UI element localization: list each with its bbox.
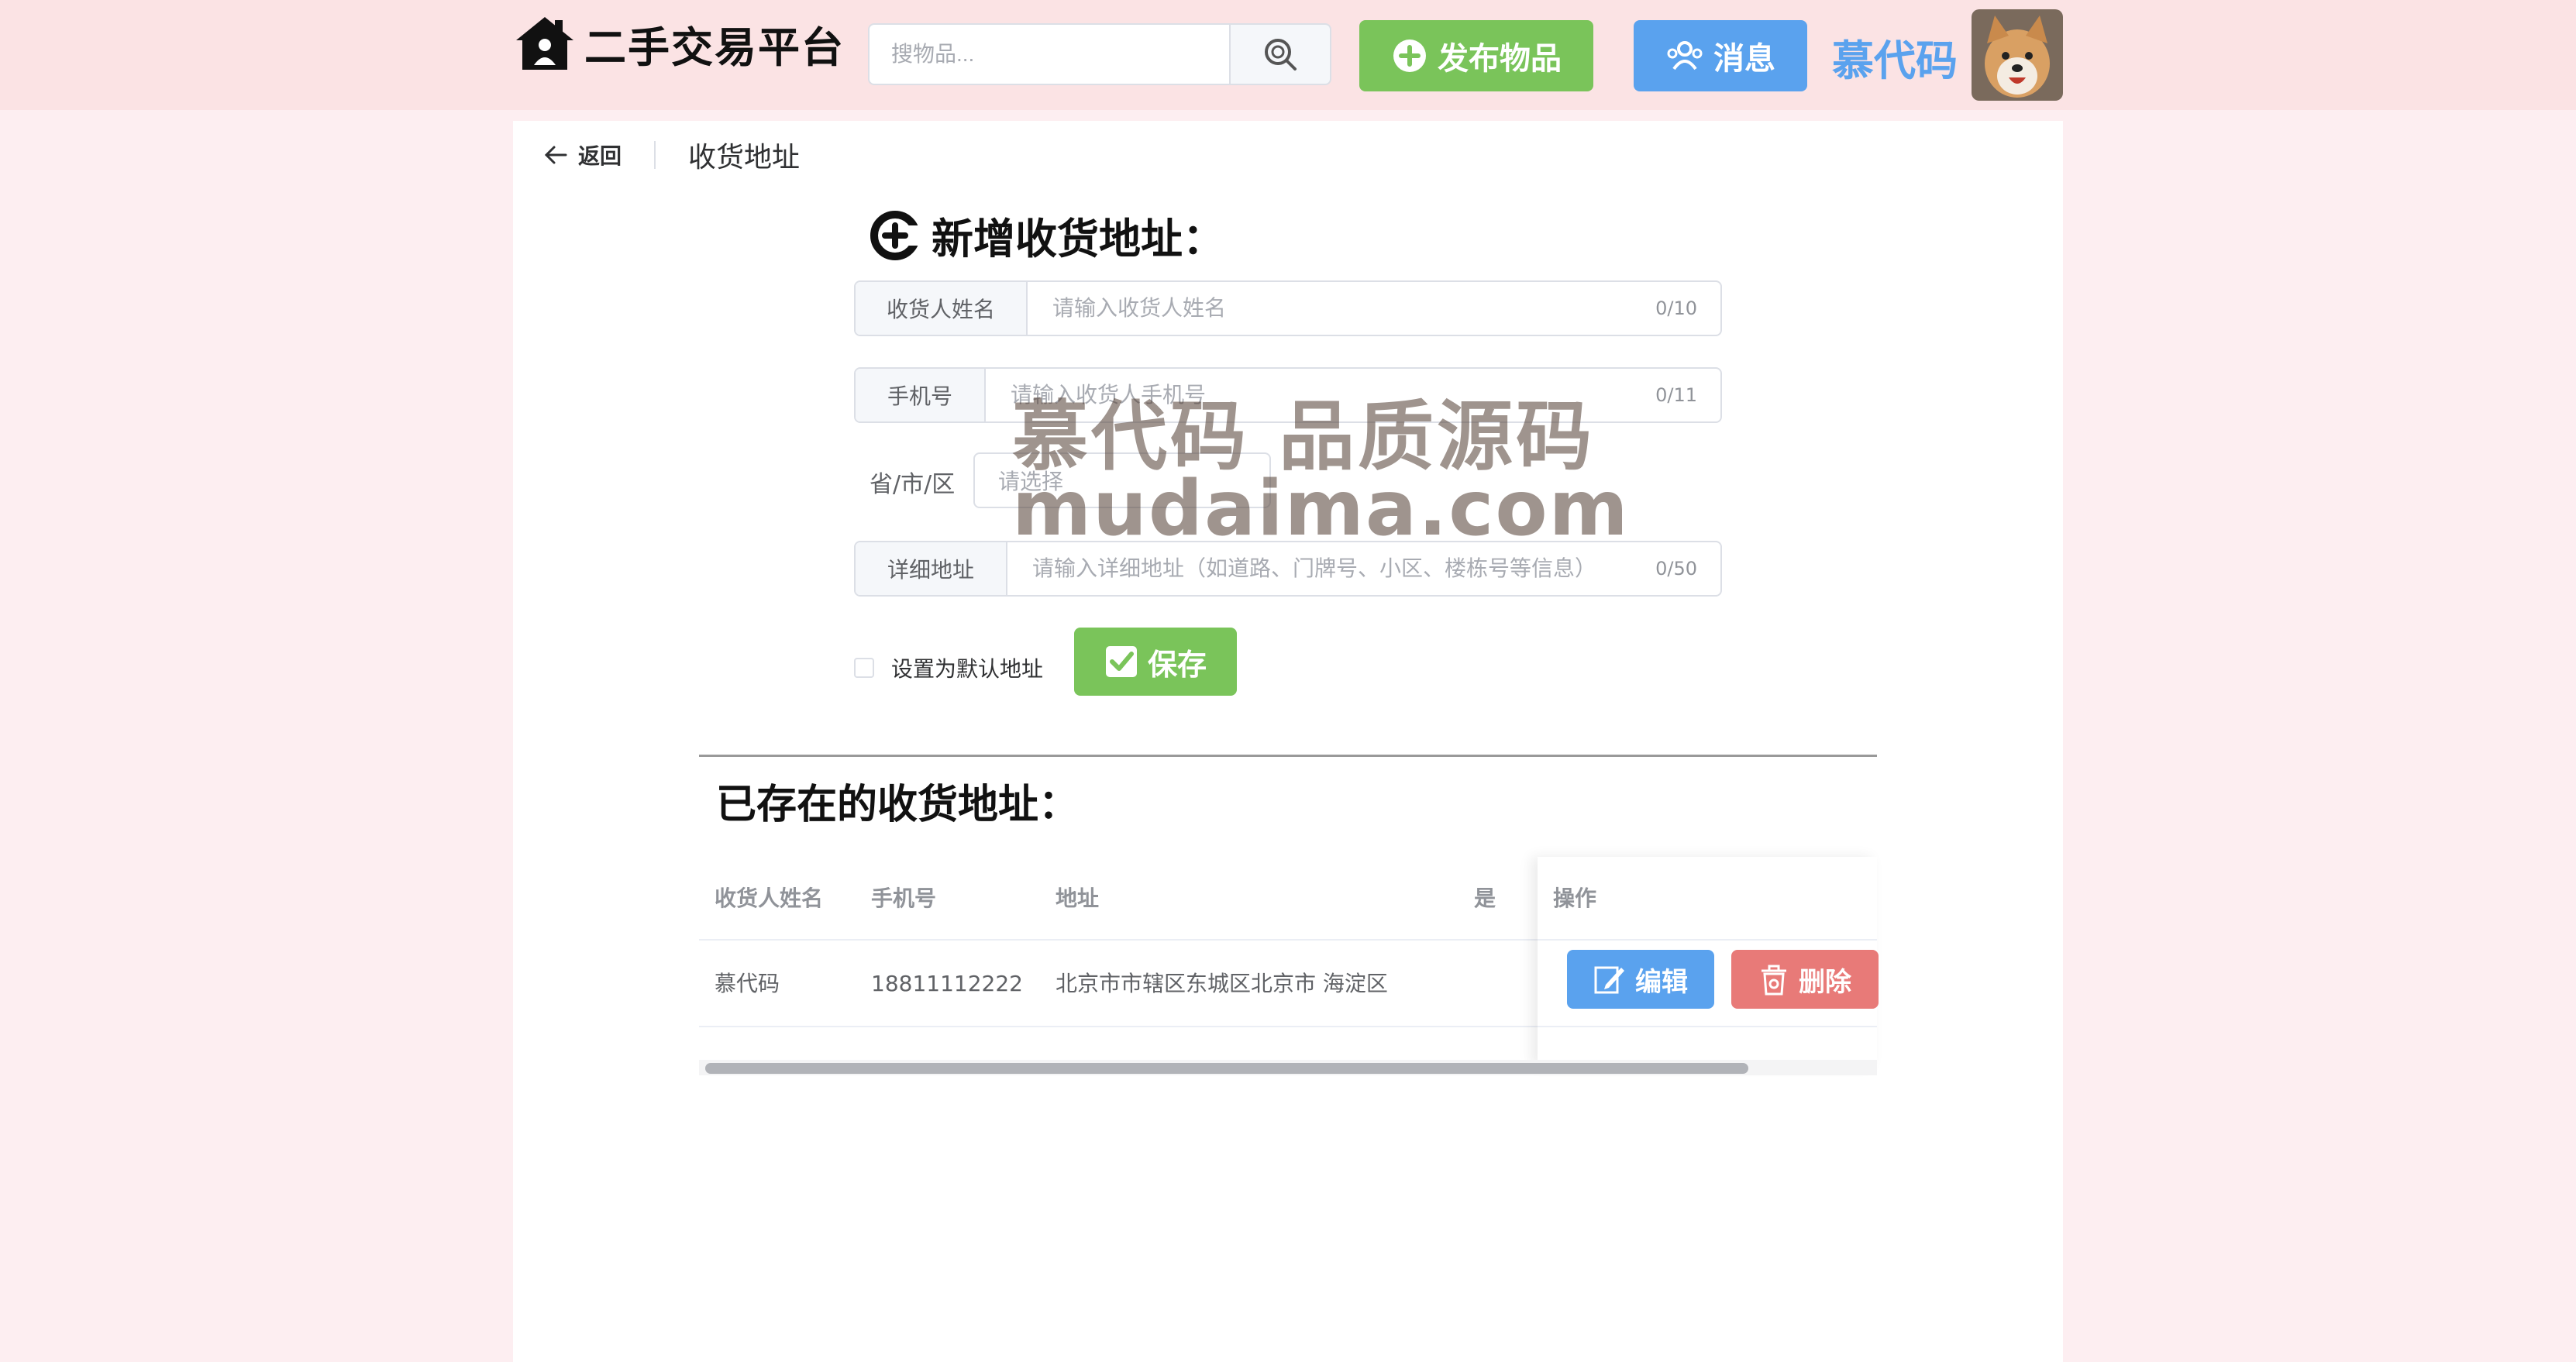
top-navbar: 二手交易平台 发布物品 消息 慕代码 xyxy=(0,0,2576,110)
avatar[interactable] xyxy=(1972,9,2063,101)
search-input[interactable] xyxy=(868,23,1229,85)
delete-button[interactable]: 删除 xyxy=(1731,950,1879,1009)
column-header-address: 地址 xyxy=(1056,886,1100,911)
messages-button[interactable]: 消息 xyxy=(1634,20,1807,91)
detail-address-counter: 0/50 xyxy=(1655,558,1697,580)
publish-item-label: 发布物品 xyxy=(1438,41,1562,77)
save-label: 保存 xyxy=(1147,647,1207,682)
back-label: 返回 xyxy=(578,143,622,169)
column-header-name: 收货人姓名 xyxy=(715,886,824,911)
address-list-title: 已存在的收货地址： xyxy=(716,782,1080,828)
search-bar xyxy=(868,23,1331,85)
edit-button[interactable]: 编辑 xyxy=(1567,950,1714,1009)
actions-header-divider xyxy=(1538,939,1877,941)
receiver-name-group: 收货人姓名 0/10 xyxy=(854,280,1722,336)
receiver-name-field-wrap: 0/10 xyxy=(1028,282,1720,335)
plus-circle-icon xyxy=(1393,40,1426,72)
edit-icon xyxy=(1594,966,1624,994)
users-icon xyxy=(1667,41,1703,71)
receiver-name-counter: 0/10 xyxy=(1655,298,1697,319)
region-label: 省/市/区 xyxy=(870,471,956,498)
publish-item-button[interactable]: 发布物品 xyxy=(1359,20,1593,91)
scrollbar-thumb[interactable] xyxy=(705,1063,1748,1074)
cell-name: 慕代码 xyxy=(715,971,780,996)
default-address-label[interactable]: 设置为默认地址 xyxy=(891,652,1043,683)
receiver-name-label: 收货人姓名 xyxy=(856,282,1028,335)
receiver-name-input[interactable] xyxy=(1051,295,1648,322)
messages-label: 消息 xyxy=(1713,41,1775,77)
edit-label: 编辑 xyxy=(1635,966,1688,998)
section-divider xyxy=(699,755,1877,757)
column-header-default: 是 xyxy=(1474,886,1496,911)
arrow-left-icon xyxy=(544,146,567,164)
save-button[interactable]: 保存 xyxy=(1074,628,1237,696)
app-title: 二手交易平台 xyxy=(584,22,845,72)
column-header-phone: 手机号 xyxy=(871,886,937,911)
cell-phone: 18811112222 xyxy=(871,971,1023,996)
check-square-icon xyxy=(1105,646,1137,677)
detail-address-input[interactable] xyxy=(1031,555,1648,582)
search-button[interactable] xyxy=(1229,23,1331,85)
search-icon xyxy=(1265,39,1297,71)
delete-label: 删除 xyxy=(1799,966,1851,998)
form-title: 新增收货地址： xyxy=(932,215,1224,263)
phone-counter: 0/11 xyxy=(1655,384,1697,406)
watermark-line-2: mudaima.com xyxy=(1012,465,1630,553)
back-button[interactable]: 返回 xyxy=(544,139,622,170)
trash-icon xyxy=(1762,965,1786,996)
house-icon xyxy=(516,17,573,70)
username[interactable]: 慕代码 xyxy=(1832,26,1958,88)
form-heading: 新增收货地址： xyxy=(870,205,1224,266)
main-panel: 返回 收货地址 新增收货地址： 收货人姓名 0/10 手机号 0/11 省/市/… xyxy=(513,121,2063,1362)
detail-address-label: 详细地址 xyxy=(856,542,1007,595)
add-circle-icon xyxy=(870,210,921,260)
page-title: 收货地址 xyxy=(688,142,801,174)
default-address-checkbox[interactable] xyxy=(854,658,874,678)
actions-row-divider xyxy=(1538,1026,1877,1027)
cell-address: 北京市市辖区东城区北京市 海淀区 xyxy=(1056,971,1388,996)
default-address-row: 设置为默认地址 xyxy=(854,652,1043,683)
phone-label: 手机号 xyxy=(856,369,986,421)
dog-avatar-icon xyxy=(1972,9,2063,101)
column-header-actions: 操作 xyxy=(1553,886,1597,911)
breadcrumb-divider xyxy=(654,141,656,169)
app-logo[interactable]: 二手交易平台 xyxy=(513,12,845,74)
